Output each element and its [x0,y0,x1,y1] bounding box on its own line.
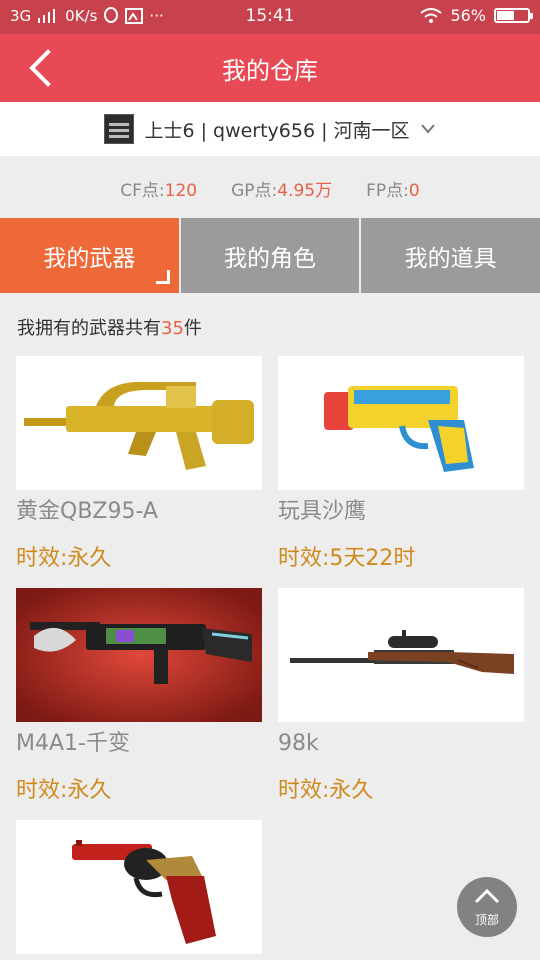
pistol-image [324,386,474,472]
rifle-image [16,588,262,722]
status-right: 56% [420,6,533,25]
weapon-card[interactable]: 黄金QBZ95-A 时效:永久 [16,356,262,572]
wifi-icon [420,7,443,23]
weapon-name: M4A1-千变 [16,731,130,756]
weapon-image[interactable] [278,588,524,722]
points-bar: CF点:120 GP点:4.95万 FP点:0 [0,166,540,210]
weapon-duration: 时效:5天22时 [278,546,416,571]
battery-percent: 56% [450,6,486,25]
rifle-image [24,381,254,470]
weapon-image[interactable] [16,588,262,722]
weapon-image[interactable] [16,356,262,490]
weapon-card[interactable]: M4A1-千变 时效:永久 [16,588,262,804]
sniper-rifle-image [290,630,514,674]
weapon-duration: 时效:永久 [278,778,374,803]
account-selector[interactable]: 上士6 | qwerty656 | 河南一区 [0,102,540,156]
weapon-name: 玩具沙鹰 [278,499,367,524]
weapon-duration: 时效:永久 [16,778,112,803]
tab-weapons[interactable]: 我的武器 [0,218,179,293]
page-title: 我的仓库 [222,57,318,85]
title-bar: 我的仓库 [0,34,540,102]
weapons-count: 我拥有的武器共有35件 [17,318,202,339]
account-label: 上士6 | qwerty656 | 河南一区 [144,119,410,142]
back-to-top-label: 顶部 [474,913,499,927]
tab-items[interactable]: 我的道具 [359,218,540,293]
fp-points: FP点:0 [366,180,420,201]
weapon-duration: 时效:永久 [16,546,112,571]
back-to-top-button[interactable]: 顶部 [457,877,517,937]
cf-points: CF点:120 [120,180,198,201]
selected-corner-icon [155,270,170,284]
tab-characters[interactable]: 我的角色 [178,218,360,293]
rank-badge-icon [104,114,135,144]
weapon-card[interactable]: 98k 时效:永久 [278,588,524,804]
weapon-name: 98k [278,731,319,756]
weapon-image[interactable] [16,820,262,954]
weapon-name: 黄金QBZ95-A [16,499,158,524]
chevron-down-icon [420,124,435,134]
weapon-image[interactable] [278,356,524,490]
status-bar: 3G 0K/s ··· 15:41 56% [0,0,540,34]
battery-icon [494,8,533,23]
category-tabs: 我的武器 我的角色 我的道具 [0,218,540,293]
weapon-card[interactable]: 玩具沙鹰 时效:5天22时 [278,356,524,572]
weapon-card[interactable] [16,820,262,954]
gp-points: GP点:4.95万 [231,180,333,201]
chevron-up-icon [474,888,500,904]
revolver-image [72,840,216,944]
